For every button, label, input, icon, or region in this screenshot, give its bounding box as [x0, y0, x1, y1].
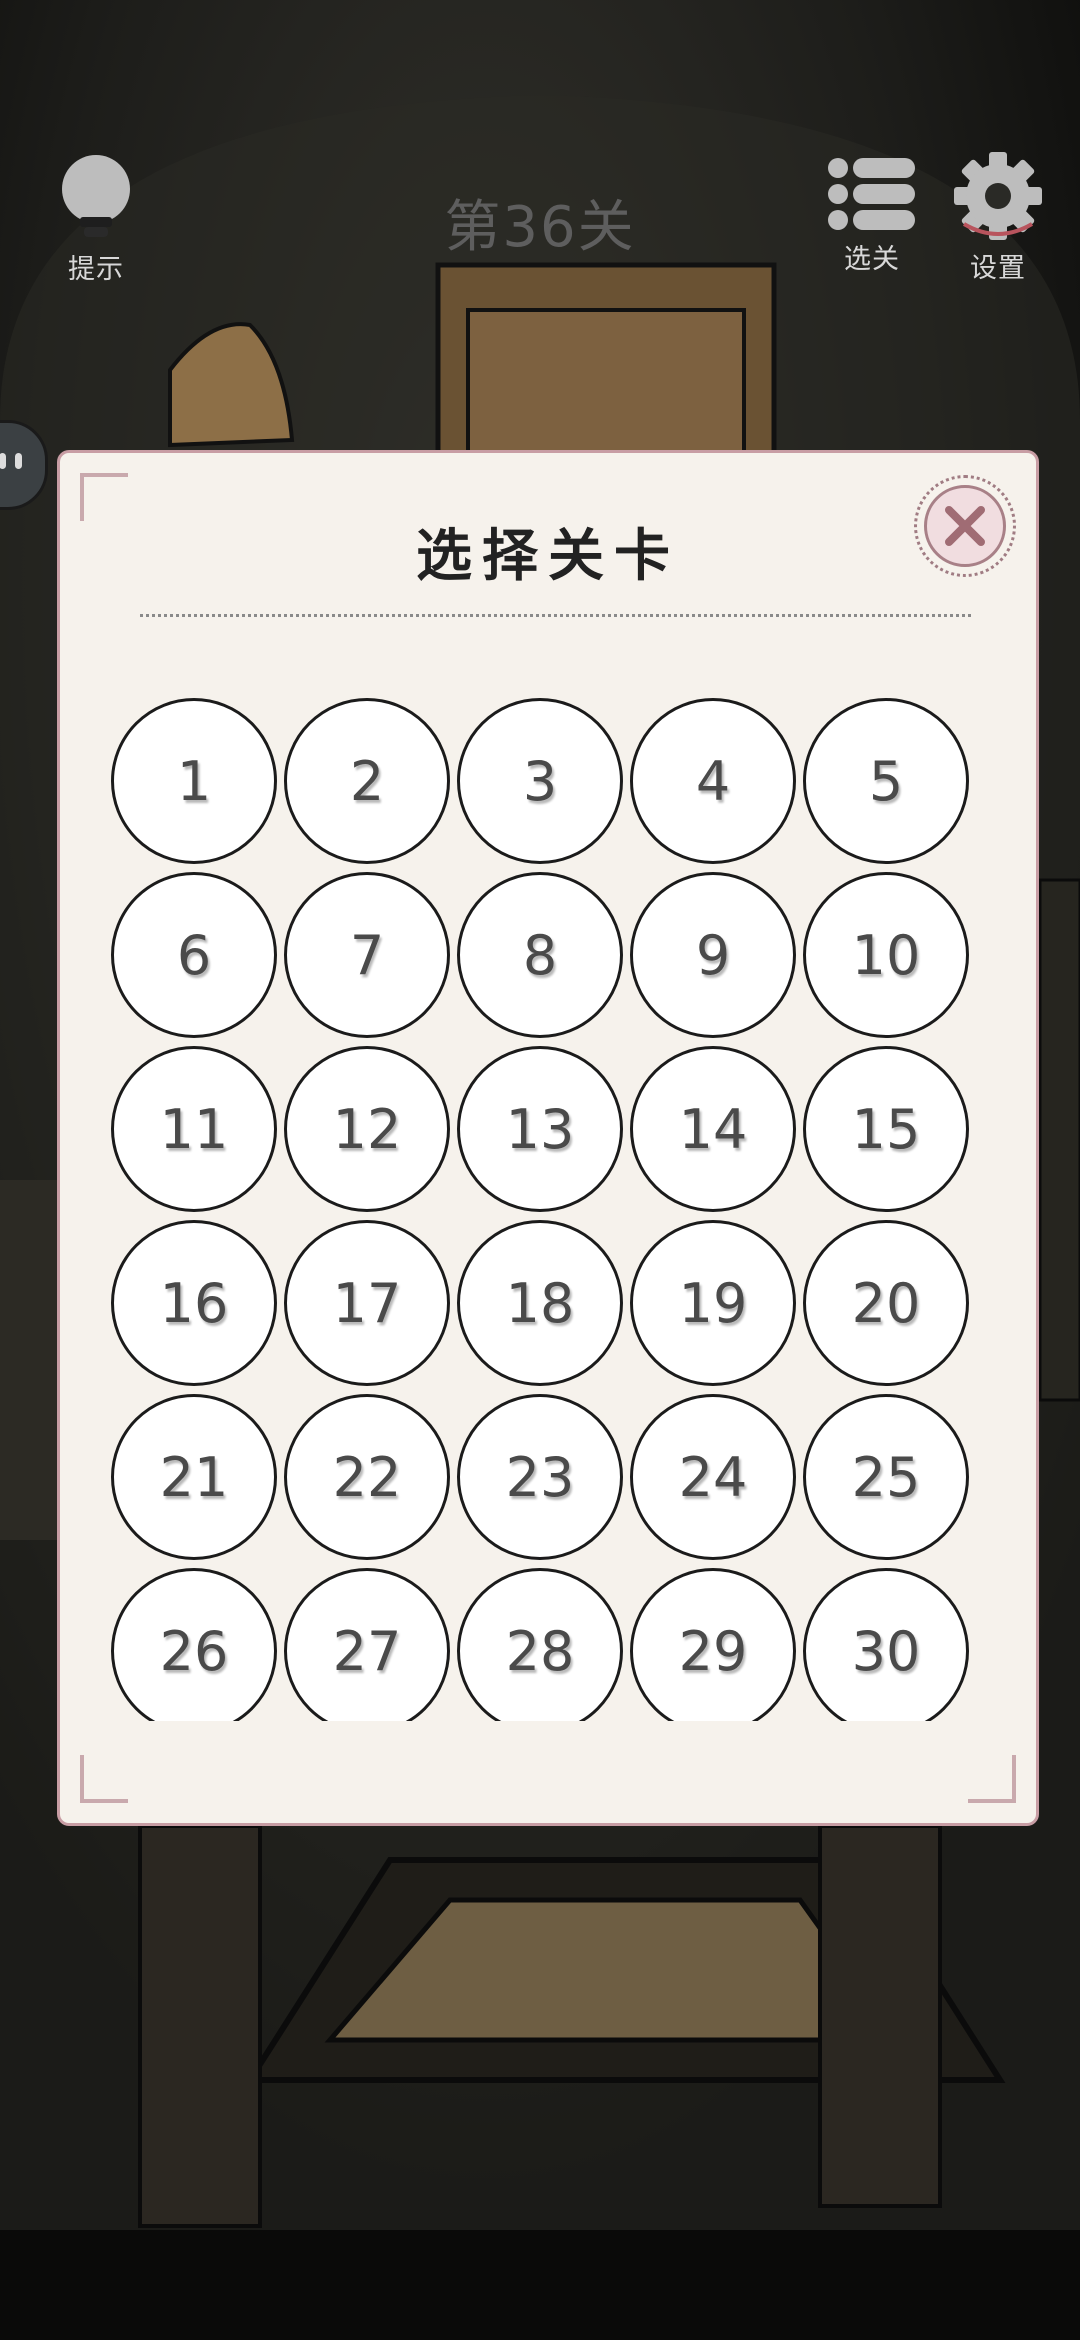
- level-select-dialog: 选择关卡 1 2 3 4 5 6 7 8 9 10 11 12 13 14 15 16 17 18 19 20 21 22…: [57, 450, 1039, 1826]
- list-menu-icon: [828, 158, 915, 230]
- level-select-button[interactable]: 选关: [822, 155, 922, 276]
- level-grid: 1 2 3 4 5 6 7 8 9 10 11 12 13 14 15 16 17 18 19 20 21 22 23 24 2…: [105, 698, 985, 1721]
- level-button[interactable]: 11: [111, 1046, 277, 1212]
- corner-ornament: [968, 1755, 1016, 1803]
- current-level-title: 第36关: [444, 195, 636, 260]
- level-button[interactable]: 2: [284, 698, 450, 864]
- settings-button[interactable]: 设置: [948, 152, 1048, 285]
- level-button[interactable]: 15: [803, 1046, 969, 1212]
- level-grid-scroll[interactable]: 1 2 3 4 5 6 7 8 9 10 11 12 13 14 15 16 17 18 19 20 21 22 23 24 2…: [105, 698, 985, 1721]
- level-button[interactable]: 1: [111, 698, 277, 864]
- corner-ornament: [80, 1755, 128, 1803]
- level-button[interactable]: 23: [457, 1394, 623, 1560]
- level-button[interactable]: 12: [284, 1046, 450, 1212]
- level-button[interactable]: 6: [111, 872, 277, 1038]
- level-button[interactable]: 10: [803, 872, 969, 1038]
- dialog-title: 选择关卡: [416, 524, 680, 589]
- level-button[interactable]: 26: [111, 1568, 277, 1721]
- level-button[interactable]: 17: [284, 1220, 450, 1386]
- level-button[interactable]: 9: [630, 872, 796, 1038]
- lightbulb-icon: [62, 155, 130, 237]
- level-button[interactable]: 30: [803, 1568, 969, 1721]
- close-icon: [945, 506, 985, 546]
- level-button[interactable]: 24: [630, 1394, 796, 1560]
- level-select-label: 选关: [844, 244, 900, 275]
- level-button[interactable]: 16: [111, 1220, 277, 1386]
- level-button[interactable]: 14: [630, 1046, 796, 1212]
- level-button[interactable]: 20: [803, 1220, 969, 1386]
- hint-label: 提示: [68, 254, 124, 285]
- level-button[interactable]: 27: [284, 1568, 450, 1721]
- close-button[interactable]: [914, 475, 1016, 577]
- level-button[interactable]: 25: [803, 1394, 969, 1560]
- hint-button[interactable]: 提示: [52, 155, 140, 286]
- settings-label: 设置: [970, 253, 1026, 284]
- title-divider: [140, 614, 971, 617]
- level-button[interactable]: 13: [457, 1046, 623, 1212]
- gear-icon: [954, 152, 1042, 240]
- level-button[interactable]: 3: [457, 698, 623, 864]
- level-button[interactable]: 21: [111, 1394, 277, 1560]
- level-button[interactable]: 8: [457, 872, 623, 1038]
- level-button[interactable]: 28: [457, 1568, 623, 1721]
- level-button[interactable]: 5: [803, 698, 969, 864]
- level-button[interactable]: 22: [284, 1394, 450, 1560]
- level-button[interactable]: 18: [457, 1220, 623, 1386]
- level-button[interactable]: 29: [630, 1568, 796, 1721]
- level-button[interactable]: 7: [284, 872, 450, 1038]
- level-button[interactable]: 4: [630, 698, 796, 864]
- level-button[interactable]: 19: [630, 1220, 796, 1386]
